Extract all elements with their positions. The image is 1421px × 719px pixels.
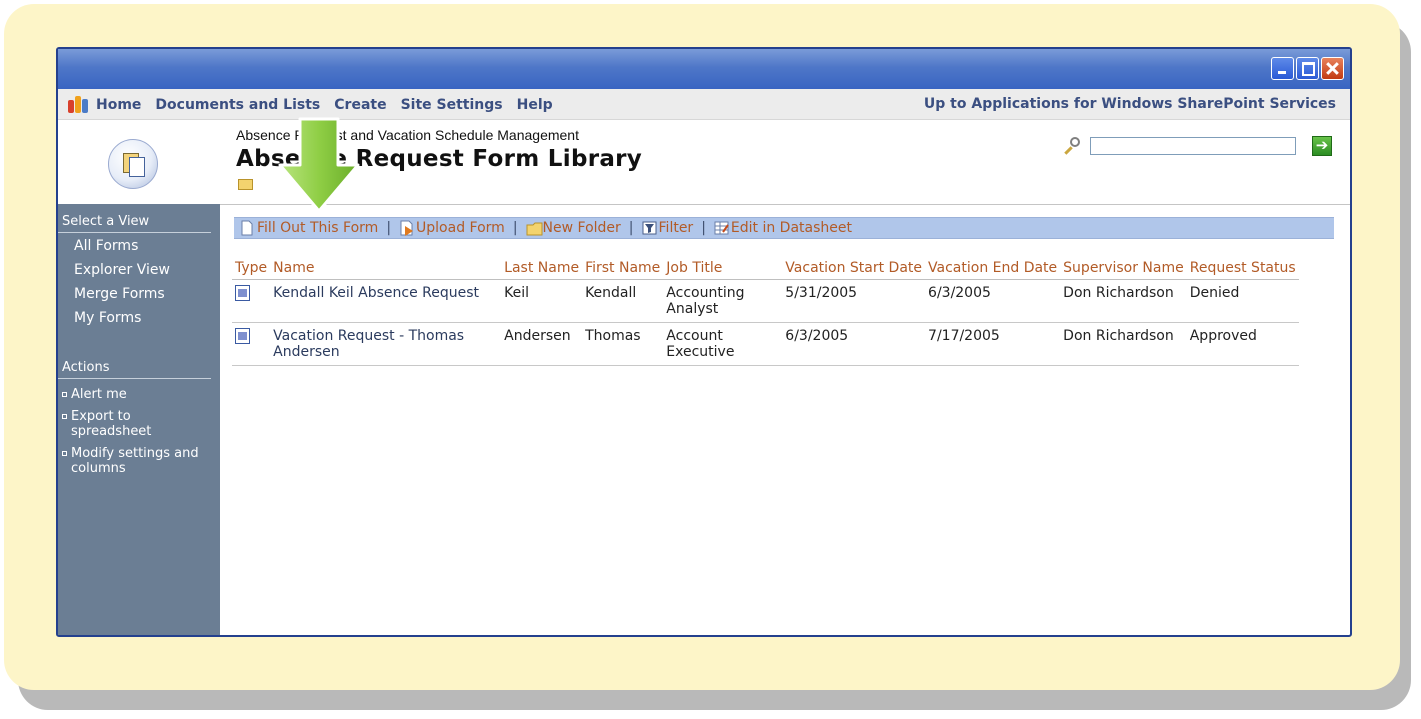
toolbar-separator: | [701, 220, 706, 236]
supervisor-cell: Don Richardson [1060, 322, 1187, 366]
column-header-vacation-end-date[interactable]: Vacation End Date [925, 257, 1061, 280]
supervisor-cell: Don Richardson [1060, 279, 1187, 323]
column-header-supervisor-name[interactable]: Supervisor Name [1060, 257, 1187, 280]
new-folder-icon [526, 220, 543, 236]
column-header-vacation-start-date[interactable]: Vacation Start Date [782, 257, 926, 280]
actions-heading: Actions [58, 360, 211, 379]
window-controls [1271, 57, 1344, 80]
search-input[interactable] [1090, 137, 1296, 155]
table-header-row: Type Name Last Name First Name Job Title… [232, 257, 1299, 280]
column-header-request-status[interactable]: Request Status [1186, 257, 1299, 280]
toolbar-separator: | [386, 220, 392, 236]
nav-help-link[interactable]: Help [517, 97, 553, 113]
action-alert-me[interactable]: Alert me [58, 387, 220, 402]
infopath-form-icon[interactable] [235, 285, 250, 301]
table-row[interactable]: Vacation Request - Thomas Andersen Ander… [232, 322, 1299, 366]
view-explorer-view[interactable]: Explorer View [58, 258, 220, 282]
column-header-job-title[interactable]: Job Title [663, 257, 783, 280]
library-toolbar: Fill Out This Form | Upload Form | New F… [234, 217, 1334, 239]
action-label: Export to spreadsheet [71, 409, 152, 439]
toolbar-label: Upload Form [416, 220, 505, 236]
action-export-to-spreadsheet[interactable]: Export to spreadsheet [58, 409, 212, 439]
name-cell[interactable]: Vacation Request - Thomas Andersen [270, 322, 502, 366]
toolbar-label: Filter [658, 220, 694, 236]
action-label: Modify settings and columns [71, 446, 199, 476]
view-merge-forms[interactable]: Merge Forms [58, 282, 220, 306]
column-header-first-name[interactable]: First Name [582, 257, 664, 280]
view-all-forms[interactable]: All Forms [58, 234, 220, 258]
toolbar-label: Edit in Datasheet [730, 220, 852, 236]
toolbar-label: New Folder [542, 220, 621, 236]
bullet-icon [62, 392, 67, 397]
left-sidebar: Select a View All Forms Explorer View Me… [58, 204, 220, 635]
nav-site-settings-link[interactable]: Site Settings [401, 97, 503, 113]
minimize-icon[interactable] [1271, 57, 1294, 80]
first-name-cell: Kendall [582, 279, 664, 323]
sharepoint-logo-icon [68, 96, 88, 113]
top-nav-bar: Home Documents and Lists Create Site Set… [58, 89, 1350, 120]
new-form-icon [240, 220, 254, 236]
infopath-form-icon[interactable] [235, 328, 250, 344]
close-icon[interactable] [1321, 57, 1344, 80]
name-cell[interactable]: Kendall Keil Absence Request [270, 279, 502, 323]
toolbar-label: Fill Out This Form [257, 220, 379, 236]
column-header-type[interactable]: Type [232, 257, 271, 280]
search-area: ➔ [1062, 135, 1332, 157]
go-arrow-icon[interactable]: ➔ [1312, 136, 1332, 156]
table-row[interactable]: Kendall Keil Absence Request Keil Kendal… [232, 279, 1299, 323]
action-label: Alert me [71, 387, 127, 402]
datasheet-icon [714, 220, 729, 236]
end-date-cell: 7/17/2005 [925, 322, 1061, 366]
start-date-cell: 5/31/2005 [782, 279, 926, 323]
up-to-applications-link[interactable]: Up to Applications for Windows SharePoin… [924, 96, 1336, 112]
type-cell [232, 279, 271, 323]
type-cell [232, 322, 271, 366]
column-header-name[interactable]: Name [270, 257, 502, 280]
select-a-view-heading: Select a View [58, 214, 211, 233]
site-library-icon [108, 139, 158, 189]
status-cell: Approved [1186, 322, 1299, 366]
toolbar-separator: | [628, 220, 634, 236]
down-arrow-callout-icon [278, 117, 360, 213]
filter-button[interactable]: Filter [642, 220, 694, 236]
bullet-icon [62, 414, 67, 419]
edit-in-datasheet-button[interactable]: Edit in Datasheet [714, 220, 852, 236]
maximize-icon[interactable] [1296, 57, 1319, 80]
page-header: Absence Request and Vacation Schedule Ma… [58, 120, 1350, 205]
toolbar-separator: | [512, 220, 518, 236]
last-name-cell: Keil [501, 279, 583, 323]
start-date-cell: 6/3/2005 [782, 322, 926, 366]
first-name-cell: Thomas [582, 322, 664, 366]
browser-window: Home Documents and Lists Create Site Set… [56, 47, 1352, 637]
job-title-cell: Account Executive [663, 322, 783, 366]
job-title-cell: Accounting Analyst [663, 279, 783, 323]
form-library-table: Type Name Last Name First Name Job Title… [232, 257, 1299, 366]
search-icon [1062, 135, 1084, 157]
last-name-cell: Andersen [501, 322, 583, 366]
action-modify-settings[interactable]: Modify settings and columns [58, 446, 220, 476]
bullet-icon [62, 451, 67, 456]
nav-documents-and-lists-link[interactable]: Documents and Lists [155, 97, 320, 113]
title-bar[interactable] [58, 49, 1350, 89]
new-folder-button[interactable]: New Folder [526, 220, 621, 236]
end-date-cell: 6/3/2005 [925, 279, 1061, 323]
upload-icon [399, 220, 414, 236]
filter-icon [642, 220, 657, 236]
status-cell: Denied [1186, 279, 1299, 323]
nav-home-link[interactable]: Home [96, 97, 141, 113]
column-header-last-name[interactable]: Last Name [501, 257, 583, 280]
fill-out-this-form-button[interactable]: Fill Out This Form [240, 220, 378, 236]
folder-icon [238, 179, 253, 190]
view-my-forms[interactable]: My Forms [58, 306, 220, 330]
nav-create-link[interactable]: Create [334, 97, 386, 113]
upload-form-button[interactable]: Upload Form [399, 220, 505, 236]
